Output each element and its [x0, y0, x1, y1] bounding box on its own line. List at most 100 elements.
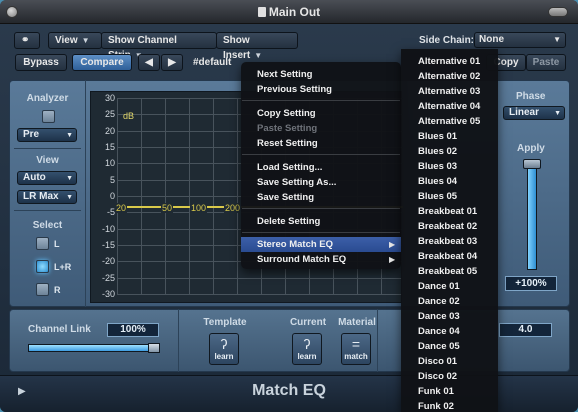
- menu-separator: [242, 208, 400, 209]
- preset-item[interactable]: Breakbeat 02: [418, 221, 477, 232]
- preset-item[interactable]: Breakbeat 01: [418, 206, 477, 217]
- side-chain-select[interactable]: None ▼: [474, 32, 566, 48]
- analyzer-mode-value: Pre: [23, 129, 40, 140]
- menu-separator: [242, 100, 400, 101]
- apply-value-field[interactable]: +100%: [505, 276, 557, 291]
- analyzer-label: Analyzer: [26, 93, 69, 104]
- x-tick-label: 100: [190, 203, 208, 213]
- y-tick-label: 10: [104, 158, 115, 169]
- phase-label: Phase: [516, 91, 546, 102]
- divider: [14, 148, 81, 149]
- menu-separator: [242, 232, 400, 233]
- setting-name-field[interactable]: #default: [193, 57, 231, 68]
- grid-line: [165, 98, 166, 294]
- select-lr-radio[interactable]: [36, 260, 49, 273]
- window-title-text: Main Out: [268, 5, 321, 19]
- preset-item[interactable]: Funk 02: [418, 401, 454, 412]
- menu-item-load-setting[interactable]: Load Setting...: [257, 162, 322, 173]
- grid-line: [117, 294, 403, 295]
- current-label: Current: [289, 317, 327, 328]
- preset-submenu: Alternative 01 Alternative 02 Alternative …: [401, 49, 498, 412]
- menu-item-save-setting[interactable]: Save Setting: [257, 192, 314, 203]
- preset-item[interactable]: Breakbeat 04: [418, 251, 477, 262]
- channel-link-slider[interactable]: [28, 344, 160, 352]
- menu-item-copy-setting[interactable]: Copy Setting: [257, 108, 316, 119]
- preset-item[interactable]: Breakbeat 05: [418, 266, 477, 277]
- submenu-arrow-icon: ▶: [389, 255, 396, 264]
- view-menu-button[interactable]: View ▼: [48, 32, 102, 49]
- template-learn-button[interactable]: ʔ learn: [209, 333, 239, 365]
- link-button[interactable]: ⚭: [14, 32, 40, 49]
- preset-item[interactable]: Dance 02: [418, 296, 460, 307]
- preset-item[interactable]: Disco 01: [418, 356, 457, 367]
- view-channels-select[interactable]: LR Max ▼: [17, 190, 77, 204]
- preset-item[interactable]: Dance 01: [418, 281, 460, 292]
- apply-slider-thumb[interactable]: [523, 159, 541, 169]
- divider: [377, 309, 378, 372]
- preset-item[interactable]: Alternative 04: [418, 101, 480, 112]
- next-setting-button[interactable]: ▶: [161, 54, 183, 71]
- title-bar[interactable]: Main Out: [0, 0, 578, 24]
- side-chain-value: None: [479, 34, 504, 45]
- preset-item[interactable]: Alternative 03: [418, 86, 480, 97]
- channel-link-thumb[interactable]: [148, 343, 160, 353]
- preset-item[interactable]: Dance 03: [418, 311, 460, 322]
- preset-item[interactable]: Blues 01: [418, 131, 457, 142]
- chevron-down-icon: ▼: [66, 175, 73, 182]
- preset-item[interactable]: Alternative 05: [418, 116, 480, 127]
- current-learn-button[interactable]: ʔ learn: [292, 333, 322, 365]
- preset-item[interactable]: Funk 01: [418, 386, 454, 397]
- view-scale-value: Auto: [23, 172, 46, 183]
- preset-item[interactable]: Dance 05: [418, 341, 460, 352]
- select-r-radio[interactable]: [36, 283, 49, 296]
- preset-item[interactable]: Blues 03: [418, 161, 457, 172]
- chevron-down-icon: ▼: [254, 51, 263, 60]
- material-label: Material: [338, 317, 376, 328]
- preset-item[interactable]: Alternative 01: [418, 56, 480, 67]
- submenu-arrow-icon: ▶: [389, 240, 396, 249]
- view-scale-select[interactable]: Auto ▼: [17, 171, 77, 185]
- menu-separator: [242, 154, 400, 155]
- menu-item-paste-setting[interactable]: Paste Setting: [257, 123, 317, 134]
- channel-link-value[interactable]: 100%: [107, 323, 159, 337]
- y-tick-label: 15: [104, 142, 115, 152]
- y-tick-label: 20: [104, 125, 115, 136]
- menu-item-reset-setting[interactable]: Reset Setting: [257, 138, 318, 149]
- compare-button[interactable]: Compare: [72, 54, 132, 71]
- analyzer-mode-select[interactable]: Pre ▼: [17, 128, 77, 142]
- preset-item[interactable]: Disco 02: [418, 371, 457, 382]
- preset-item[interactable]: Blues 04: [418, 176, 457, 187]
- analyzer-checkbox[interactable]: [42, 110, 55, 123]
- menu-item-surround-match-eq[interactable]: Surround Match EQ: [257, 254, 346, 265]
- show-channel-strip-button[interactable]: Show Channel Strip▼: [101, 32, 217, 61]
- preset-item[interactable]: Blues 02: [418, 146, 457, 157]
- match-button[interactable]: = match: [341, 333, 371, 365]
- menu-item-save-setting-as[interactable]: Save Setting As...: [257, 177, 336, 188]
- preset-item[interactable]: Dance 04: [418, 326, 460, 337]
- select-l-radio[interactable]: [36, 237, 49, 250]
- db-unit-label: dB: [123, 111, 135, 121]
- channel-link-fill: [29, 345, 159, 351]
- show-insert-button[interactable]: Show Insert ▼: [216, 32, 298, 61]
- phase-select[interactable]: Linear ▼: [503, 106, 565, 120]
- menu-item-delete-setting[interactable]: Delete Setting: [257, 216, 320, 227]
- paste-button[interactable]: Paste: [526, 54, 566, 71]
- grid-line: [213, 98, 214, 294]
- preset-item[interactable]: Breakbeat 03: [418, 236, 477, 247]
- grid-line: [189, 98, 190, 294]
- apply-slider[interactable]: [527, 160, 537, 270]
- menu-item-next-setting[interactable]: Next Setting: [257, 69, 312, 80]
- smoothing-value[interactable]: 4.0: [499, 323, 552, 337]
- toolbar-toggle-button[interactable]: [548, 7, 568, 17]
- preset-item[interactable]: Alternative 02: [418, 71, 480, 82]
- previous-setting-button[interactable]: ◀: [138, 54, 160, 71]
- bypass-button[interactable]: Bypass: [15, 54, 67, 71]
- window-title: Main Out: [0, 5, 578, 19]
- preset-item[interactable]: Blues 05: [418, 191, 457, 202]
- select-r-label: R: [54, 285, 61, 295]
- menu-item-stereo-match-eq[interactable]: Stereo Match EQ: [257, 239, 333, 250]
- menu-item-previous-setting[interactable]: Previous Setting: [257, 84, 332, 95]
- divider: [14, 210, 81, 211]
- divider: [178, 309, 179, 372]
- y-tick-label: -15: [101, 240, 115, 250]
